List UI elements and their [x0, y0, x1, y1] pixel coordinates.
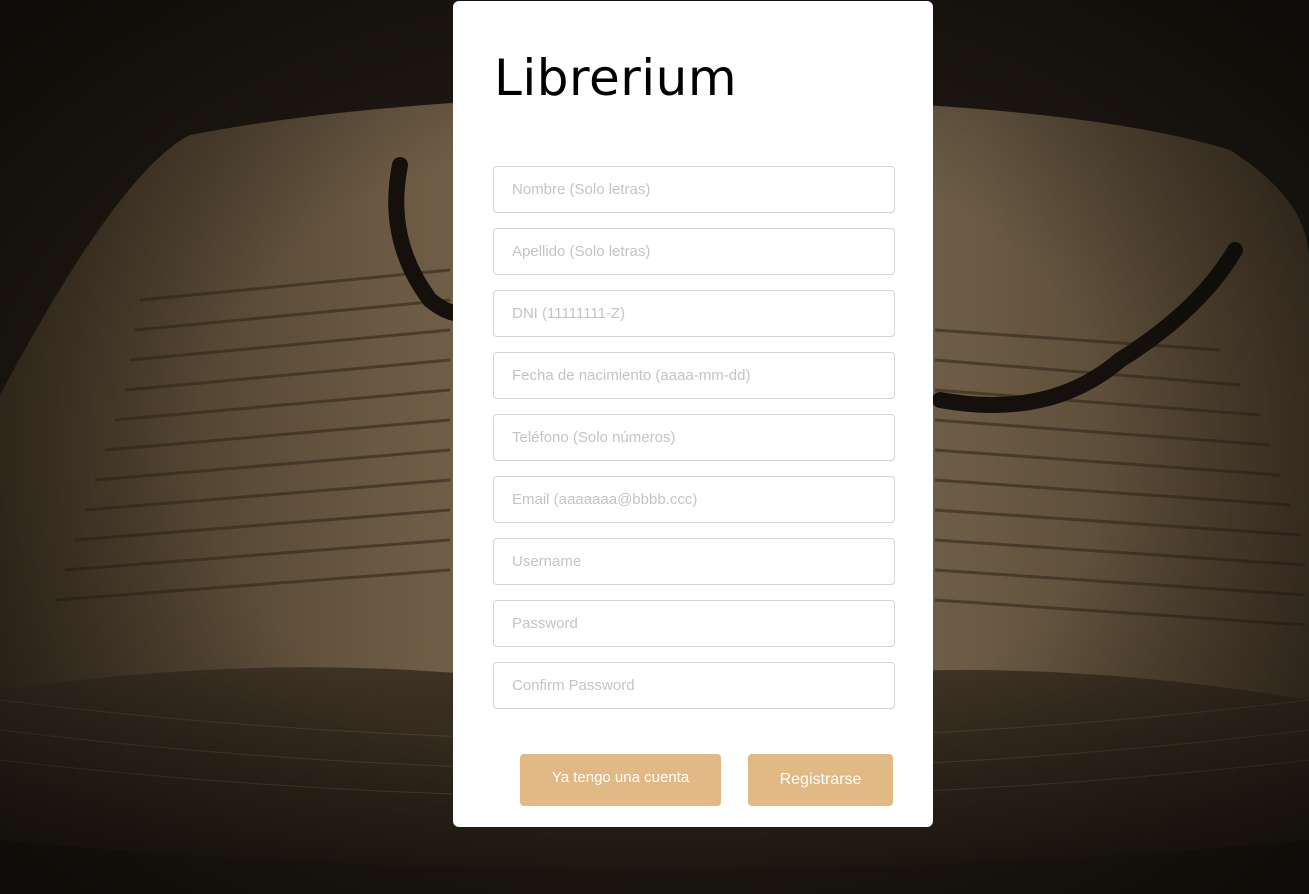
password-input[interactable] [493, 600, 895, 647]
register-button[interactable]: Registrarse [748, 754, 893, 806]
already-have-account-button[interactable]: Ya tengo una cuenta [520, 754, 721, 806]
username-input[interactable] [493, 538, 895, 585]
dni-input[interactable] [493, 290, 895, 337]
confirm-password-input[interactable] [493, 662, 895, 709]
registration-card: Librerium Ya tengo una cuenta Registrars… [453, 1, 933, 827]
birthdate-input[interactable] [493, 352, 895, 399]
apellido-input[interactable] [493, 228, 895, 275]
app-title: Librerium [494, 49, 738, 107]
email-input[interactable] [493, 476, 895, 523]
phone-input[interactable] [493, 414, 895, 461]
nombre-input[interactable] [493, 166, 895, 213]
